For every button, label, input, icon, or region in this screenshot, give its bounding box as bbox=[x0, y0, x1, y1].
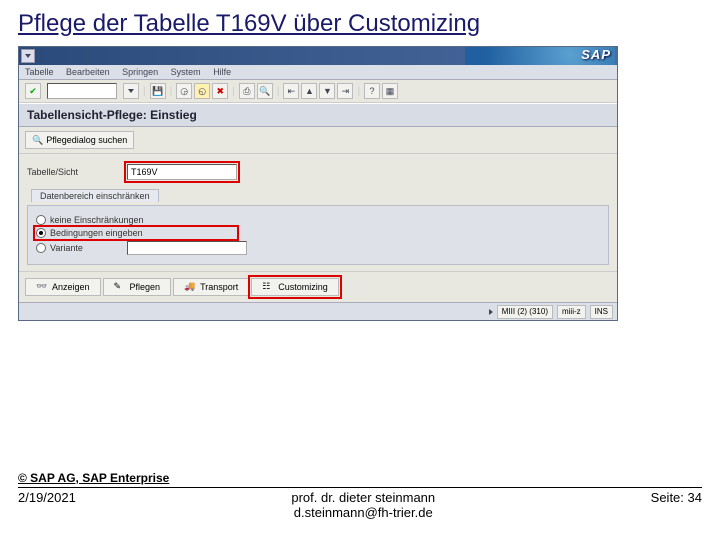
cancel-icon[interactable]: ✖ bbox=[212, 83, 228, 99]
window-menu-icon[interactable] bbox=[21, 49, 35, 63]
titlebar: SAP bbox=[19, 47, 617, 65]
slide-footer: © SAP AG, SAP Enterprise 2/19/2021 prof.… bbox=[18, 471, 702, 520]
app-toolbar: 🔍 Pflegedialog suchen bbox=[19, 127, 617, 154]
find-dialog-label: Pflegedialog suchen bbox=[46, 135, 127, 145]
author-name: prof. dr. dieter steinmann bbox=[291, 490, 435, 505]
next-page-icon[interactable]: ▼ bbox=[319, 83, 335, 99]
find-icon[interactable]: 🔍 bbox=[257, 83, 273, 99]
table-view-label: Tabelle/Sicht bbox=[27, 167, 127, 177]
menu-edit[interactable]: Bearbeiten bbox=[66, 67, 110, 77]
pencil-icon: ✎ bbox=[114, 281, 126, 293]
exit-icon[interactable]: ◵ bbox=[194, 83, 210, 99]
form-area: Tabelle/Sicht T169V Datenbereich einschr… bbox=[19, 154, 617, 271]
status-arrow-icon bbox=[489, 309, 493, 315]
prev-page-icon[interactable]: ▲ bbox=[301, 83, 317, 99]
sap-window: SAP Tabelle Bearbeiten Springen System H… bbox=[18, 46, 618, 321]
transport-label: Transport bbox=[200, 282, 238, 292]
radio-variant[interactable] bbox=[36, 243, 46, 253]
radio-conditions-label: Bedingungen eingeben bbox=[50, 228, 143, 238]
standard-toolbar: ✔ | 💾 | ◶ ◵ ✖ | ⎙ 🔍 | ⇤ ▲ ▼ ⇥ | ? ▦ bbox=[19, 80, 617, 103]
enter-icon[interactable]: ✔ bbox=[25, 83, 41, 99]
last-page-icon[interactable]: ⇥ bbox=[337, 83, 353, 99]
slide-date: 2/19/2021 bbox=[18, 490, 76, 505]
restrict-group-title: Datenbereich einschränken bbox=[31, 189, 159, 202]
back-icon[interactable]: ◶ bbox=[176, 83, 192, 99]
customizing-label: Customizing bbox=[278, 282, 328, 292]
menubar: Tabelle Bearbeiten Springen System Hilfe bbox=[19, 65, 617, 80]
status-server: miii-z bbox=[557, 305, 586, 319]
variant-input[interactable] bbox=[127, 241, 247, 255]
help-icon[interactable]: ? bbox=[364, 83, 380, 99]
page-number: Seite: 34 bbox=[651, 490, 702, 505]
table-view-input[interactable]: T169V bbox=[127, 164, 237, 180]
glasses-icon: 👓 bbox=[36, 281, 48, 293]
search-icon: 🔍 bbox=[32, 135, 43, 146]
save-icon[interactable]: 💾 bbox=[150, 83, 166, 99]
radio-row-conditions[interactable]: Bedingungen eingeben bbox=[36, 228, 236, 238]
menu-goto[interactable]: Springen bbox=[122, 67, 158, 77]
restrict-groupbox: keine Einschränkungen Bedingungen eingeb… bbox=[27, 205, 609, 265]
screen-title: Tabellensicht-Pflege: Einstieg bbox=[19, 103, 617, 127]
find-dialog-button[interactable]: 🔍 Pflegedialog suchen bbox=[25, 131, 134, 149]
maintain-label: Pflegen bbox=[130, 282, 161, 292]
radio-row-none[interactable]: keine Einschränkungen bbox=[36, 215, 600, 225]
status-ins: INS bbox=[590, 305, 613, 319]
layout-icon[interactable]: ▦ bbox=[382, 83, 398, 99]
first-page-icon[interactable]: ⇤ bbox=[283, 83, 299, 99]
radio-variant-label: Variante bbox=[50, 243, 83, 253]
status-bar: MIII (2) (310) miii-z INS bbox=[19, 302, 617, 320]
status-client: MIII (2) (310) bbox=[497, 305, 553, 319]
action-button-row: 👓 Anzeigen ✎ Pflegen 🚚 Transport ☷ Custo… bbox=[19, 271, 617, 302]
radio-row-variant[interactable]: Variante bbox=[36, 241, 600, 255]
display-button[interactable]: 👓 Anzeigen bbox=[25, 278, 101, 296]
print-icon[interactable]: ⎙ bbox=[239, 83, 255, 99]
truck-icon: 🚚 bbox=[184, 281, 196, 293]
menu-system[interactable]: System bbox=[171, 67, 201, 77]
command-field[interactable] bbox=[47, 83, 117, 99]
radio-none[interactable] bbox=[36, 215, 46, 225]
copyright: © SAP AG, SAP Enterprise bbox=[18, 471, 702, 485]
radio-none-label: keine Einschränkungen bbox=[50, 215, 144, 225]
radio-conditions[interactable] bbox=[36, 228, 46, 238]
sap-logo: SAP bbox=[581, 47, 611, 62]
menu-help[interactable]: Hilfe bbox=[213, 67, 231, 77]
maintain-button[interactable]: ✎ Pflegen bbox=[103, 278, 172, 296]
dropdown-icon[interactable] bbox=[123, 83, 139, 99]
menu-table[interactable]: Tabelle bbox=[25, 67, 54, 77]
customizing-button[interactable]: ☷ Customizing bbox=[251, 278, 339, 296]
slide-title: Pflege der Tabelle T169V über Customizin… bbox=[18, 10, 702, 38]
author-email: d.steinmann@fh-trier.de bbox=[291, 505, 435, 520]
hierarchy-icon: ☷ bbox=[262, 281, 274, 293]
display-label: Anzeigen bbox=[52, 282, 90, 292]
transport-button[interactable]: 🚚 Transport bbox=[173, 278, 249, 296]
